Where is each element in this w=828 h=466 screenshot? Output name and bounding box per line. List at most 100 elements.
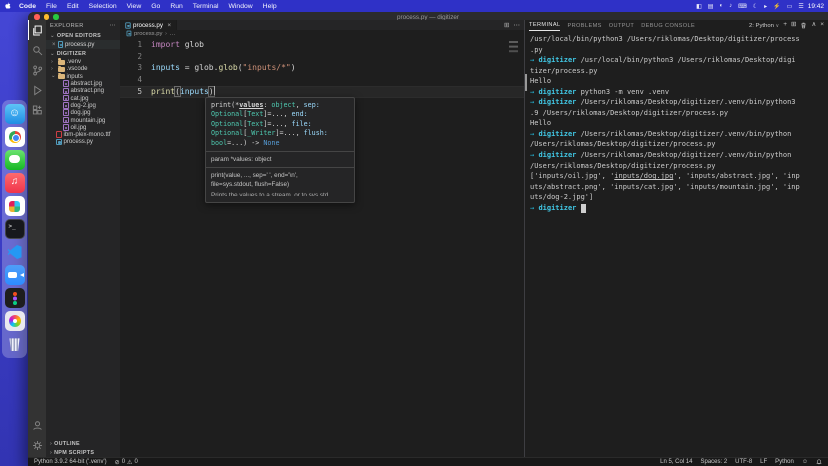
indentation-status[interactable]: Spaces: 2 bbox=[700, 459, 727, 465]
menu-terminal[interactable]: Terminal bbox=[188, 3, 224, 10]
tree-item-mountain-jpg[interactable]: mountain.jpg bbox=[46, 116, 120, 123]
breadcrumb[interactable]: process.py › … bbox=[120, 30, 524, 37]
extensions-icon[interactable] bbox=[28, 100, 46, 120]
code-line[interactable]: 4 bbox=[120, 74, 524, 86]
apple-menu-icon[interactable] bbox=[0, 2, 14, 10]
cursor-position-status[interactable]: Ln 5, Col 14 bbox=[660, 459, 692, 465]
code-line[interactable]: 3inputs = glob.glob("inputs/*") bbox=[120, 62, 524, 74]
menubar-status-icon[interactable]: ▭ bbox=[787, 3, 793, 10]
tree-item-dog-2-jpg[interactable]: dog-2.jpg bbox=[46, 102, 120, 109]
terminal-selector-dropdown[interactable]: 2: Python ∨ bbox=[749, 23, 779, 29]
code-line[interactable]: 2 bbox=[120, 51, 524, 63]
tree-item-ibm-plex-mono-ttf[interactable]: ibm-plex-mono.ttf bbox=[46, 131, 120, 138]
menubar-status-icon[interactable]: ▸ bbox=[764, 3, 767, 10]
dock-slack-icon[interactable] bbox=[5, 196, 25, 216]
open-editor-item[interactable]: ×process.py bbox=[46, 40, 120, 49]
explorer-more-actions-icon[interactable]: ⋯ bbox=[110, 22, 116, 29]
menu-file[interactable]: File bbox=[41, 3, 62, 10]
menubar-status-icon[interactable]: ▤ bbox=[708, 3, 714, 10]
explorer-icon[interactable] bbox=[28, 20, 46, 40]
explorer-sidebar: EXPLORER ⋯ ⌄OPEN EDITORS ×process.py ⌄DI… bbox=[46, 20, 120, 457]
split-editor-icon[interactable]: ⊞ bbox=[504, 21, 509, 29]
split-terminal-button[interactable]: ⊞ bbox=[791, 22, 796, 29]
panel-header: TERMINAL PROBLEMS OUTPUT DEBUG CONSOLE 2: P… bbox=[525, 20, 828, 31]
workspace-header[interactable]: ⌄DIGITIZER bbox=[46, 49, 120, 58]
menu-code[interactable]: Code bbox=[14, 3, 41, 10]
menubar-status-icon[interactable]: ⌨ bbox=[738, 3, 747, 10]
settings-icon[interactable] bbox=[28, 435, 46, 455]
outline-header[interactable]: ›OUTLINE bbox=[46, 439, 120, 448]
tree-item--venv[interactable]: ›.venv bbox=[46, 58, 120, 65]
panel-tab-terminal[interactable]: TERMINAL bbox=[529, 21, 560, 31]
kill-terminal-button[interactable] bbox=[800, 22, 807, 29]
run-debug-icon[interactable] bbox=[28, 80, 46, 100]
dock-finder-icon[interactable] bbox=[5, 104, 25, 124]
image-file-icon bbox=[63, 80, 69, 87]
menu-selection[interactable]: Selection bbox=[84, 3, 122, 10]
menu-go[interactable]: Go bbox=[146, 3, 165, 10]
close-panel-button[interactable]: × bbox=[820, 22, 824, 29]
notifications-bell-icon[interactable] bbox=[816, 459, 822, 465]
menu-run[interactable]: Run bbox=[165, 3, 187, 10]
tree-item-cat-jpg[interactable]: cat.jpg bbox=[46, 94, 120, 101]
python-interpreter-status[interactable]: Python 3.9.2 64-bit ('.venv') bbox=[34, 459, 107, 465]
dock-vscode-icon[interactable] bbox=[5, 242, 25, 262]
tree-item-dog-jpg[interactable]: dog.jpg bbox=[46, 109, 120, 116]
code-line[interactable]: 1import glob bbox=[120, 39, 524, 51]
terminal-output[interactable]: /usr/local/bin/python3 /Users/riklomas/D… bbox=[525, 31, 828, 457]
dock-messages-icon[interactable] bbox=[5, 150, 25, 170]
source-control-icon[interactable] bbox=[28, 60, 46, 80]
panel-tab-output[interactable]: OUTPUT bbox=[609, 21, 634, 30]
dock-zoom-icon[interactable] bbox=[5, 265, 25, 285]
dock-terminal-icon[interactable] bbox=[5, 219, 25, 239]
panel-tab-problems[interactable]: PROBLEMS bbox=[567, 21, 601, 30]
new-terminal-button[interactable]: + bbox=[783, 22, 787, 29]
dock-trash-icon[interactable] bbox=[5, 334, 25, 354]
eol-status[interactable]: LF bbox=[760, 459, 767, 465]
image-file-icon bbox=[63, 102, 69, 109]
menubar-status-icon[interactable]: ◧ bbox=[696, 3, 702, 10]
search-icon[interactable] bbox=[28, 40, 46, 60]
tree-item-abstract-png[interactable]: abstract.png bbox=[46, 87, 120, 94]
tree-item-oil-jpg[interactable]: oil.jpg bbox=[46, 124, 120, 131]
panel-tab-debug-console[interactable]: DEBUG CONSOLE bbox=[641, 21, 695, 30]
hover-doc-line: file=sys.stdout, flush=False) bbox=[211, 180, 349, 189]
hover-doc-clipped: Prints the values to a stream, or to sys… bbox=[211, 191, 349, 196]
feedback-smiley-icon[interactable]: ☺ bbox=[802, 459, 808, 465]
tab-process-py[interactable]: process.py × bbox=[120, 20, 177, 30]
chevron-right-icon: › bbox=[51, 59, 56, 65]
open-editors-header[interactable]: ⌄OPEN EDITORS bbox=[46, 31, 120, 40]
menubar-status-icon[interactable]: ☰ bbox=[798, 3, 803, 10]
menubar-status-icon[interactable]: ♪ bbox=[729, 3, 732, 9]
minimap[interactable] bbox=[508, 39, 522, 79]
dock-chrome-icon[interactable] bbox=[5, 127, 25, 147]
code-line[interactable]: 5print(inputs) bbox=[120, 86, 524, 98]
menubar-clock[interactable]: 19:42 bbox=[808, 3, 828, 10]
menu-help[interactable]: Help bbox=[258, 3, 282, 10]
close-editor-icon[interactable]: × bbox=[52, 42, 56, 48]
menubar-status-icon[interactable]: ⚡ bbox=[773, 3, 780, 10]
menu-window[interactable]: Window bbox=[223, 3, 257, 10]
dock-figma-icon[interactable] bbox=[5, 288, 25, 308]
maximize-panel-button[interactable]: ∧ bbox=[811, 22, 816, 29]
dock-music-icon[interactable] bbox=[5, 173, 25, 193]
editor-more-actions-icon[interactable]: ⋯ bbox=[514, 21, 521, 29]
menu-view[interactable]: View bbox=[122, 3, 147, 10]
dock-photos-icon[interactable] bbox=[5, 311, 25, 331]
terminal-line: → digitizer /Users/riklomas/Desktop/digi… bbox=[530, 150, 828, 161]
language-status[interactable]: Python bbox=[775, 459, 794, 465]
problems-status[interactable]: ⊘0⚠0 bbox=[115, 459, 138, 466]
tree-item-inputs[interactable]: ⌄inputs bbox=[46, 73, 120, 80]
tree-item-process-py[interactable]: process.py bbox=[46, 138, 120, 145]
window-titlebar[interactable]: process.py — digitizer bbox=[28, 12, 828, 20]
account-icon[interactable] bbox=[28, 415, 46, 435]
npm-scripts-header[interactable]: ›NPM SCRIPTS bbox=[46, 448, 120, 457]
encoding-status[interactable]: UTF-8 bbox=[735, 459, 752, 465]
menu-edit[interactable]: Edit bbox=[62, 3, 84, 10]
tree-item--vscode[interactable]: ›.vscode bbox=[46, 65, 120, 72]
tree-item-abstract-jpg[interactable]: abstract.jpg bbox=[46, 80, 120, 87]
menubar-status-icon[interactable]: ◐ bbox=[719, 3, 723, 9]
menubar-status-icon[interactable]: ☾ bbox=[753, 3, 758, 10]
terminal-line: tizer/process.py bbox=[530, 66, 828, 77]
close-tab-icon[interactable]: × bbox=[167, 22, 171, 29]
